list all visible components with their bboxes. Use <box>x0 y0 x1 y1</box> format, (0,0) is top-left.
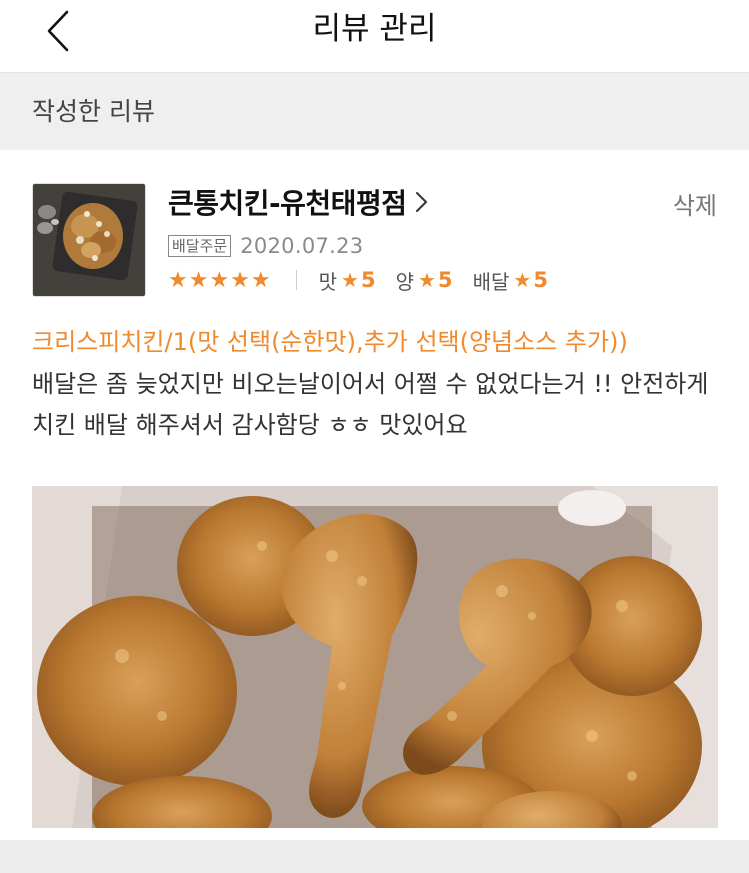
store-name[interactable]: 큰통치킨-유천태평점 <box>168 182 407 222</box>
delivery-rating: 배달 ★ 5 <box>473 266 548 295</box>
quantity-label: 양 <box>395 269 414 294</box>
review-card: 큰통치킨-유천태평점 삭제 배달주문 2020.07.23 ★★★★★ 맛 ★ … <box>0 150 749 840</box>
card-separator <box>0 840 749 873</box>
store-thumbnail[interactable] <box>32 183 146 297</box>
rating-divider <box>295 270 297 290</box>
star-icon: ★ <box>341 268 359 292</box>
taste-rating: 맛 ★ 5 <box>319 266 376 295</box>
quantity-score: 5 <box>437 268 453 292</box>
star-icon: ★ <box>513 268 532 292</box>
taste-label: 맛 <box>318 269 338 294</box>
order-meta: 배달주문 2020.07.23 <box>168 232 363 260</box>
delete-button[interactable]: 삭제 <box>673 186 717 221</box>
order-type-badge: 배달주문 <box>168 235 232 257</box>
section-title: 작성한 리뷰 <box>32 97 155 126</box>
ordered-menu: 크리스피치킨/1(맛 선택(순한맛),추가 선택(양념소스 추가)) <box>32 328 628 356</box>
store-link[interactable]: 큰통치킨-유천태평점 <box>168 182 430 222</box>
overall-star-rating: ★★★★★ <box>168 267 272 293</box>
back-button[interactable] <box>36 8 86 58</box>
chevron-left-icon[interactable] <box>36 8 86 58</box>
star-icon: ★ <box>418 268 436 292</box>
review-date: 2020.07.23 <box>240 234 364 258</box>
chevron-right-icon[interactable] <box>414 190 430 214</box>
quantity-rating: 양 ★ 5 <box>396 266 453 295</box>
top-nav-bar: 리뷰 관리 <box>0 0 749 73</box>
taste-score: 5 <box>360 268 376 292</box>
delivery-label: 배달 <box>472 269 510 294</box>
delivery-score: 5 <box>533 268 548 292</box>
review-photo[interactable] <box>32 486 718 828</box>
rating-row: ★★★★★ 맛 ★ 5 양 ★ 5 배달 ★ 5 <box>168 264 568 296</box>
section-header: 작성한 리뷰 <box>0 73 749 150</box>
page-title: 리뷰 관리 <box>312 11 437 47</box>
review-text: 배달은 좀 늦었지만 비오는날이어서 어쩔 수 없었다는거 !! 안전하게 치킨… <box>32 370 709 439</box>
